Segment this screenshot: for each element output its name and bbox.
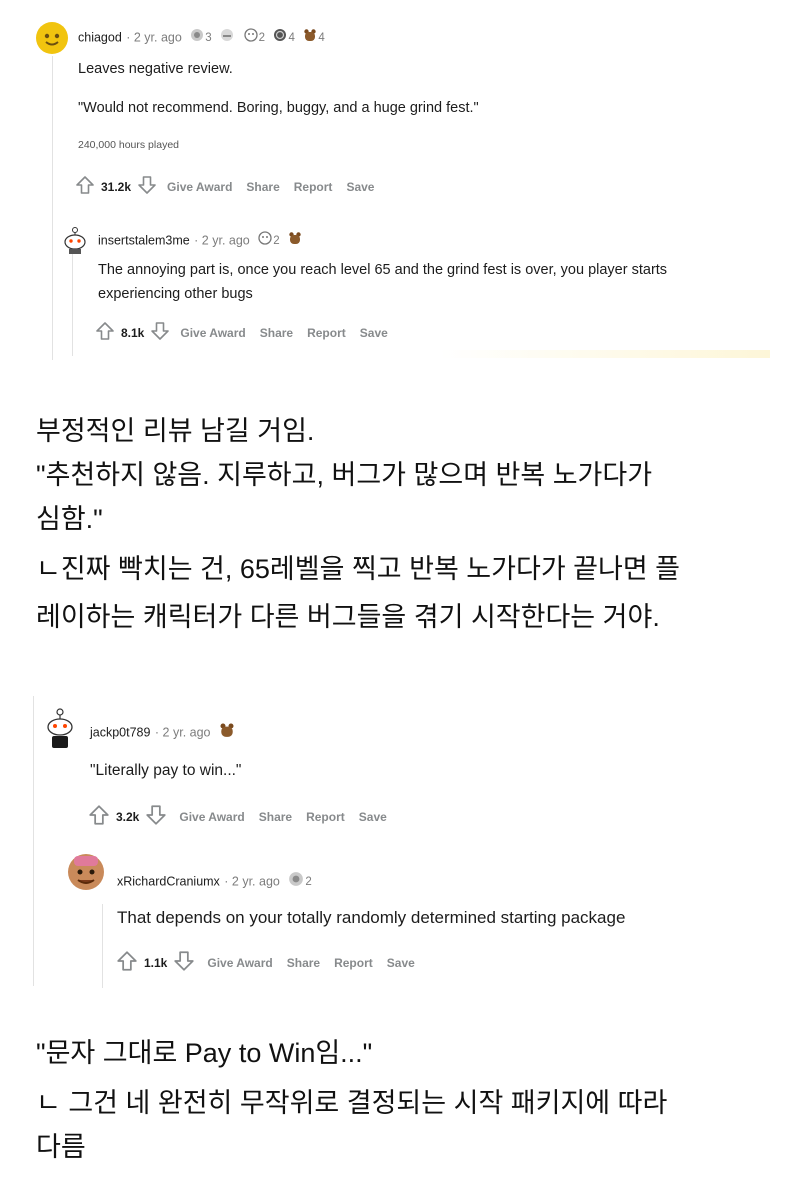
upvote-icon[interactable] <box>116 950 138 975</box>
comment-actions: 31.2k Give Award Share Report Save <box>75 175 388 198</box>
downvote-icon[interactable] <box>145 804 167 829</box>
caption-line: ㄴ진짜 빡치는 건, 65레벨을 찍고 반복 노가다가 끝나면 플 <box>36 554 681 584</box>
comment-header: insertstalem3me · 2 yr. ago 2 <box>98 231 303 250</box>
avatar[interactable] <box>66 852 106 897</box>
downvote-icon[interactable] <box>137 175 157 198</box>
comment-header: jackp0t789 · 2 yr. ago <box>90 722 236 743</box>
comment-text: "Would not recommend. Boring, buggy, and… <box>78 100 479 116</box>
thread-line[interactable] <box>102 904 103 988</box>
hug-award-icon[interactable] <box>220 28 234 47</box>
comment-text: That depends on your totally randomly de… <box>117 908 626 927</box>
comment-text: The annoying part is, once you reach lev… <box>98 262 668 278</box>
comment-actions: 3.2k Give Award Share Report Save <box>88 804 401 829</box>
vote-count: 1.1k <box>144 955 168 970</box>
save-button[interactable]: Save <box>346 180 374 194</box>
report-button[interactable]: Report <box>307 326 346 340</box>
username[interactable]: jackp0t789 <box>90 726 150 740</box>
face-award-icon[interactable] <box>258 231 272 250</box>
comment-text: 240,000 hours played <box>78 139 179 151</box>
share-button[interactable]: Share <box>287 956 320 970</box>
comment-header: chiagod · 2 yr. ago 3 2 4 4 <box>78 28 325 47</box>
caption-line: 부정적인 리뷰 남길 거임. <box>36 416 315 446</box>
downvote-icon[interactable] <box>173 950 195 975</box>
bear-award-icon[interactable] <box>219 722 235 743</box>
save-button[interactable]: Save <box>359 810 387 824</box>
avatar[interactable] <box>44 708 76 753</box>
comment-text: experiencing other bugs <box>98 286 253 302</box>
timestamp[interactable]: · 2 yr. ago <box>194 234 250 248</box>
thread-line[interactable] <box>72 252 73 356</box>
give-award-button[interactable]: Give Award <box>179 810 244 824</box>
timestamp[interactable]: · 2 yr. ago <box>155 726 211 740</box>
award-count: 2 <box>258 31 266 44</box>
vote-count: 3.2k <box>116 809 140 824</box>
silver-hands-award-icon[interactable] <box>288 871 304 892</box>
avatar[interactable] <box>62 226 88 259</box>
coin-award-icon[interactable] <box>273 28 287 47</box>
vote-count: 8.1k <box>121 325 145 340</box>
comment-actions: 1.1k Give Award Share Report Save <box>116 950 429 975</box>
upvote-icon[interactable] <box>75 175 95 198</box>
save-button[interactable]: Save <box>387 956 415 970</box>
share-button[interactable]: Share <box>246 180 279 194</box>
give-award-button[interactable]: Give Award <box>167 180 232 194</box>
award-count: 4 <box>318 31 325 44</box>
save-button[interactable]: Save <box>360 326 388 340</box>
share-button[interactable]: Share <box>259 810 292 824</box>
face-award-icon[interactable] <box>243 28 258 47</box>
award-count: 2 <box>273 234 280 247</box>
downvote-icon[interactable] <box>150 321 170 344</box>
thread-line[interactable] <box>52 56 53 360</box>
award-count: 4 <box>288 31 295 44</box>
caption-line: 레이하는 캐릭터가 다른 버그들을 겪기 시작한다는 거야. <box>36 602 660 632</box>
give-award-button[interactable]: Give Award <box>180 326 245 340</box>
bear-award-icon[interactable] <box>288 231 302 250</box>
upvote-icon[interactable] <box>88 804 110 829</box>
bear-award-icon[interactable] <box>303 28 317 47</box>
comment-actions: 8.1k Give Award Share Report Save <box>95 321 402 344</box>
report-button[interactable]: Report <box>294 180 333 194</box>
comment-text: "Literally pay to win..." <box>90 762 242 779</box>
username[interactable]: chiagod <box>78 31 122 45</box>
award-count: 2 <box>305 875 312 888</box>
glow-divider <box>440 350 770 358</box>
reddit-screenshot-1: chiagod · 2 yr. ago 3 2 4 4 Leaves negat… <box>0 0 800 372</box>
report-button[interactable]: Report <box>306 810 345 824</box>
caption-line: 다름 <box>36 1132 86 1162</box>
give-award-button[interactable]: Give Award <box>207 956 272 970</box>
report-button[interactable]: Report <box>334 956 373 970</box>
award-count: 3 <box>205 31 212 44</box>
username[interactable]: xRichardCraniumx <box>117 875 220 889</box>
caption-line: ㄴ 그건 네 완전히 무작위로 결정되는 시작 패키지에 따라 <box>36 1088 668 1118</box>
comment-text: Leaves negative review. <box>78 61 233 77</box>
caption-line: "문자 그대로 Pay to Win임..." <box>36 1038 373 1068</box>
share-button[interactable]: Share <box>260 326 293 340</box>
thread-line[interactable] <box>33 696 34 986</box>
caption-line: 심함." <box>36 504 103 534</box>
timestamp[interactable]: · 2 yr. ago <box>126 31 182 45</box>
avatar[interactable] <box>36 22 68 59</box>
timestamp[interactable]: · 2 yr. ago <box>224 875 280 889</box>
reddit-screenshot-2: jackp0t789 · 2 yr. ago "Literally pay to… <box>0 686 800 990</box>
caption-line: "추천하지 않음. 지루하고, 버그가 많으며 반복 노가다가 <box>36 460 653 490</box>
comment-header: xRichardCraniumx · 2 yr. ago 2 <box>117 871 312 892</box>
vote-count: 31.2k <box>101 179 132 194</box>
username[interactable]: insertstalem3me <box>98 234 190 248</box>
upvote-icon[interactable] <box>95 321 115 344</box>
silver-hands-award-icon[interactable] <box>190 28 204 47</box>
